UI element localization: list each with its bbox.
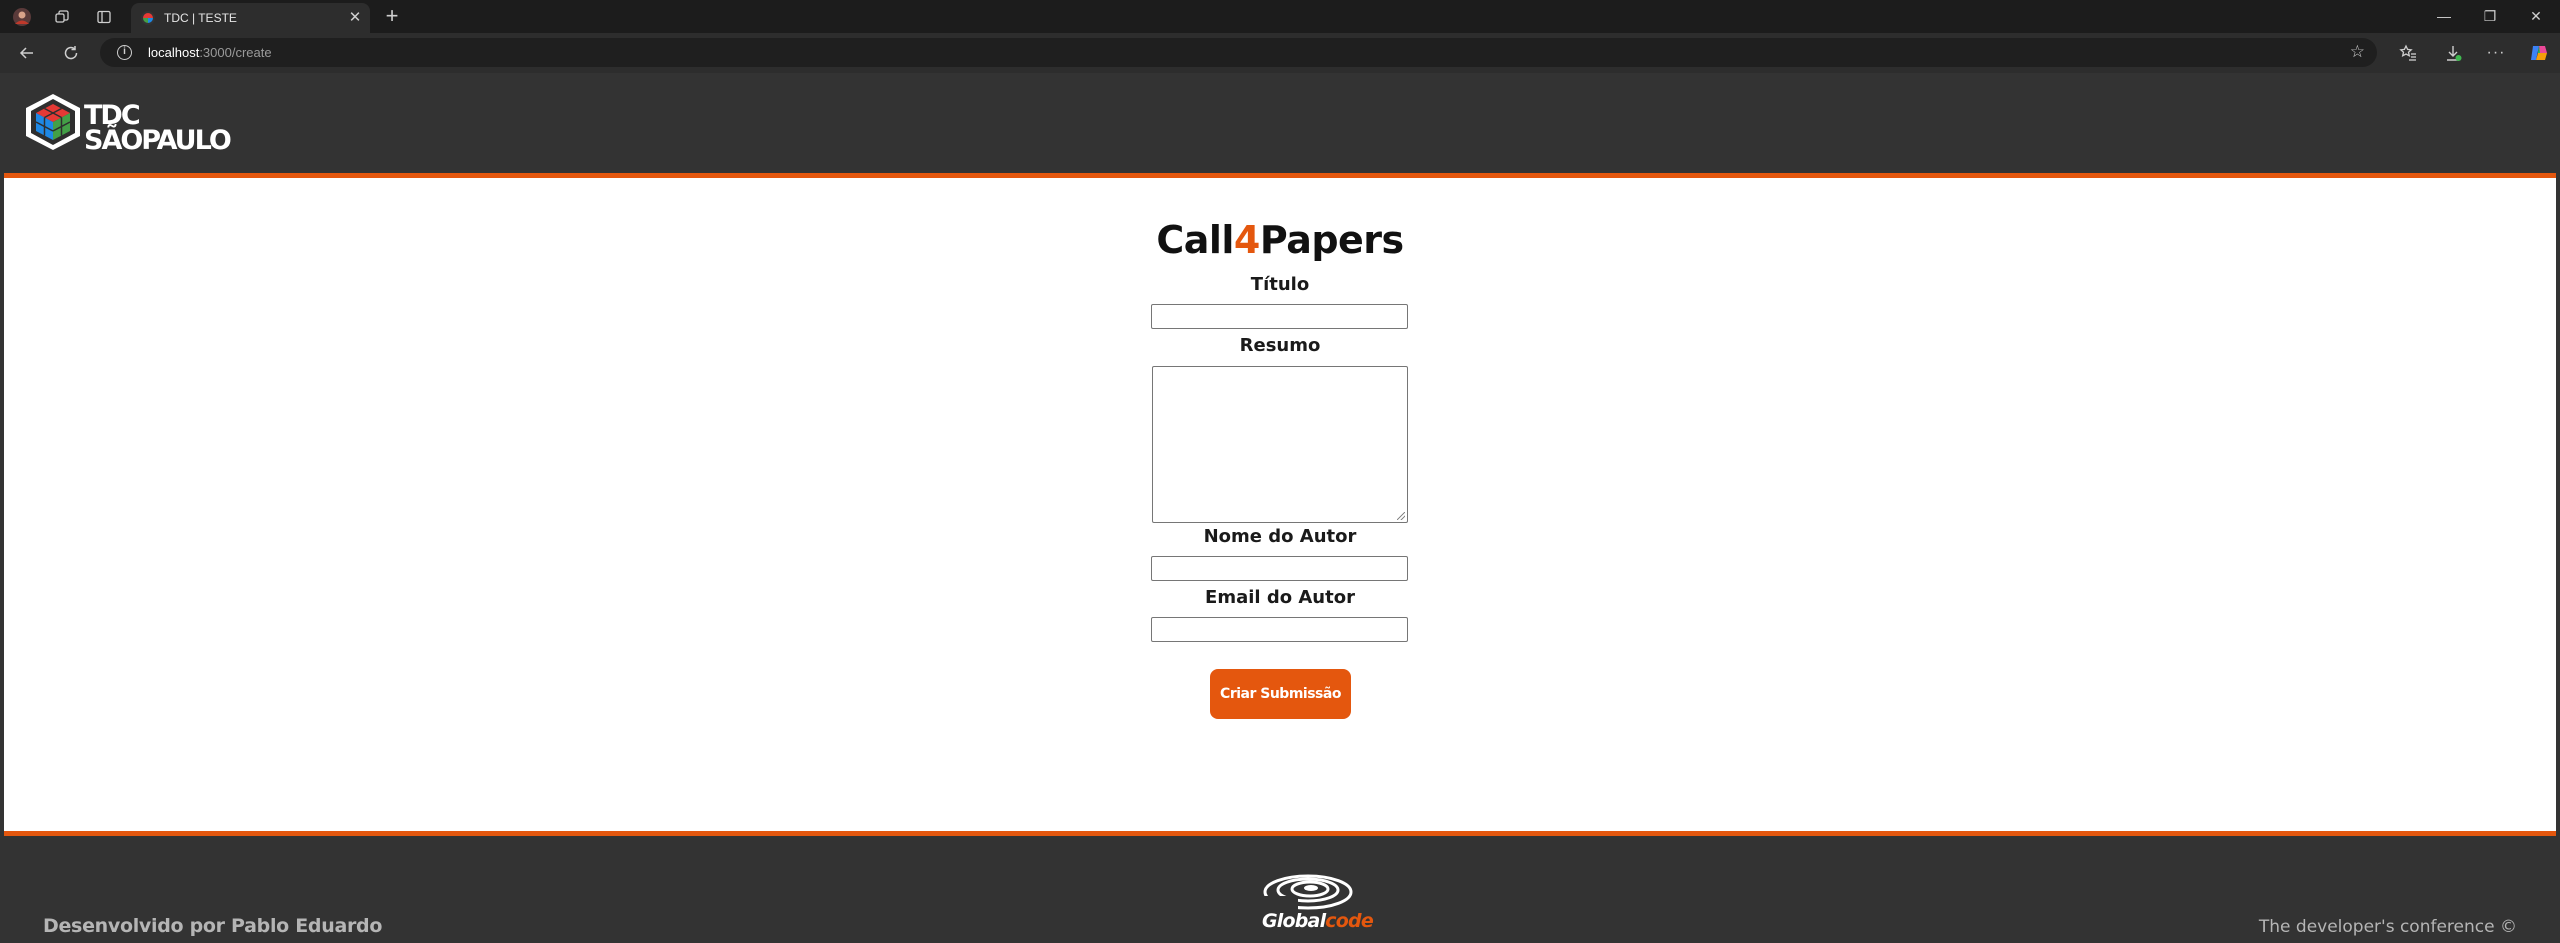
favorites-icon[interactable]	[2395, 40, 2421, 66]
resize-handle-icon[interactable]	[1397, 512, 1405, 520]
back-arrow-icon[interactable]	[14, 40, 40, 66]
globalcode-logo[interactable]: Globalcode	[1258, 870, 1378, 940]
email-input[interactable]	[1151, 617, 1408, 642]
email-label: Email do Autor	[1205, 587, 1355, 608]
autor-input[interactable]	[1151, 556, 1408, 581]
new-tab-button[interactable]: +	[380, 4, 404, 28]
downloads-icon[interactable]	[2440, 40, 2466, 66]
active-tab[interactable]: TDC | TESTE ✕	[131, 3, 370, 33]
tab-close-icon[interactable]: ✕	[345, 7, 365, 27]
main-content: Call4Papers Título Resumo Nome do Autor …	[4, 178, 2556, 831]
browser-tab-bar: TDC | TESTE ✕ + — ❐ ✕	[0, 0, 2560, 33]
title-part-call: Call	[1156, 218, 1234, 262]
tab-title: TDC | TESTE	[164, 11, 237, 25]
tdc-cube-icon	[26, 94, 80, 150]
tab-favicon-icon	[141, 11, 155, 25]
titulo-input[interactable]	[1151, 304, 1408, 329]
footer-tagline: The developer's conference ©	[2258, 917, 2517, 937]
reload-icon[interactable]	[58, 40, 84, 66]
restore-button[interactable]: ❐	[2468, 2, 2512, 30]
site-header: TDC SÃOPAULO	[0, 73, 2560, 174]
logo-text: TDC SÃOPAULO	[84, 102, 232, 156]
resumo-label: Resumo	[1239, 335, 1321, 356]
page-title: Call4Papers	[4, 218, 2556, 262]
titulo-label: Título	[1250, 274, 1310, 295]
url-host: localhost	[148, 45, 200, 60]
globalcode-swirl-icon	[1258, 874, 1353, 912]
globalcode-wordmark: Globalcode	[1262, 910, 1374, 932]
footer-credit: Desenvolvido por Pablo Eduardo	[43, 915, 383, 937]
resumo-textarea[interactable]	[1152, 366, 1408, 523]
globalcode-code: code	[1325, 910, 1373, 932]
autor-label: Nome do Autor	[1203, 526, 1357, 547]
site-info-icon[interactable]: i	[117, 45, 132, 60]
title-accent-4: 4	[1233, 218, 1260, 262]
copilot-icon[interactable]	[2526, 40, 2552, 66]
tab-actions-icon[interactable]	[92, 5, 116, 29]
page: TDC SÃOPAULO Call4Papers Título Resumo N…	[0, 73, 2560, 943]
workspaces-icon[interactable]	[50, 5, 74, 29]
minimize-button[interactable]: —	[2422, 2, 2466, 30]
profile-avatar-icon[interactable]	[10, 5, 34, 29]
favorite-star-icon[interactable]: ☆	[2350, 42, 2365, 62]
globalcode-global: Global	[1262, 910, 1326, 932]
window-close-button[interactable]: ✕	[2514, 2, 2558, 30]
url-text: localhost:3000/create	[148, 45, 272, 60]
browser-toolbar: i localhost:3000/create ☆ ···	[0, 33, 2560, 73]
tdc-sao-paulo-logo[interactable]: TDC SÃOPAULO	[22, 93, 232, 155]
title-part-papers: Papers	[1259, 218, 1404, 262]
criar-submissao-button[interactable]: Criar Submissão	[1210, 669, 1351, 719]
address-bar[interactable]: i localhost:3000/create ☆	[100, 38, 2377, 67]
site-footer: Desenvolvido por Pablo Eduardo Globalcod…	[0, 836, 2560, 943]
more-options-icon[interactable]: ···	[2483, 40, 2509, 66]
url-path: :3000/create	[199, 45, 272, 60]
logo-line-saopaulo: SÃOPAULO	[84, 125, 232, 156]
